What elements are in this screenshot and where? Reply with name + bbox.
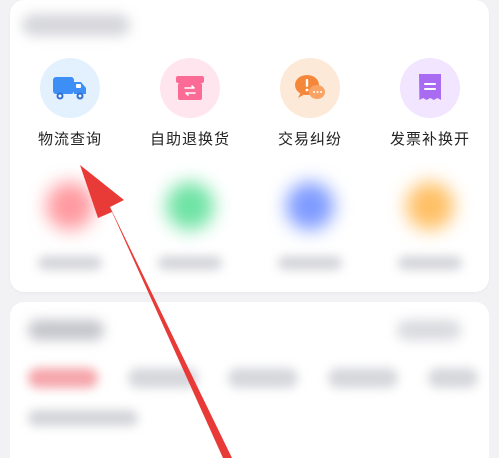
blurred-chip	[328, 368, 398, 388]
quick-action-logistics-icon-bg	[40, 58, 100, 118]
blurred-actions-row	[0, 176, 499, 276]
quick-action-self-return[interactable]: 自助退换货	[135, 58, 245, 149]
blurred-icon	[286, 182, 334, 230]
blurred-chip	[228, 368, 298, 388]
quick-action-self-return-icon-bg	[160, 58, 220, 118]
quick-action-dispute-icon-bg	[280, 58, 340, 118]
invoice-icon	[419, 74, 441, 100]
blurred-section-more	[397, 320, 461, 340]
quick-action-self-return-label: 自助退换货	[149, 130, 230, 148]
truck-icon	[53, 77, 86, 100]
quick-action-dispute-label: 交易纠纷	[277, 130, 342, 148]
blurred-icon	[406, 182, 454, 230]
blurred-chip	[128, 368, 198, 388]
blurred-label	[278, 256, 342, 270]
quick-action-logistics-label: 物流查询	[37, 130, 102, 148]
customer-service-screen: 物流查询 自助退换货 交易纠纷 发票补换开	[0, 0, 499, 458]
return-box-icon	[176, 76, 204, 100]
blurred-chip-active	[28, 368, 98, 388]
blurred-section-card	[10, 302, 489, 458]
quick-action-dispute[interactable]: 交易纠纷	[255, 58, 365, 149]
quick-action-invoice[interactable]: 发票补换开	[375, 58, 485, 149]
quick-action-logistics[interactable]: 物流查询	[15, 58, 125, 149]
blurred-section-title	[28, 320, 104, 340]
blurred-label	[38, 256, 102, 270]
chat-alert-icon	[295, 75, 325, 99]
blurred-action	[15, 176, 125, 270]
quick-action-invoice-icon-bg	[400, 58, 460, 118]
blurred-action	[135, 176, 245, 270]
quick-action-invoice-label: 发票补换开	[389, 130, 470, 148]
blurred-chip	[428, 368, 478, 388]
blurred-icon	[46, 182, 94, 230]
blurred-action	[375, 176, 485, 270]
blurred-text-line	[28, 410, 138, 426]
blurred-action	[255, 176, 365, 270]
quick-actions-row: 物流查询 自助退换货 交易纠纷 发票补换开	[0, 58, 499, 158]
blurred-icon	[166, 182, 214, 230]
section-title-blurred	[22, 14, 130, 36]
blurred-label	[158, 256, 222, 270]
blurred-label	[398, 256, 462, 270]
